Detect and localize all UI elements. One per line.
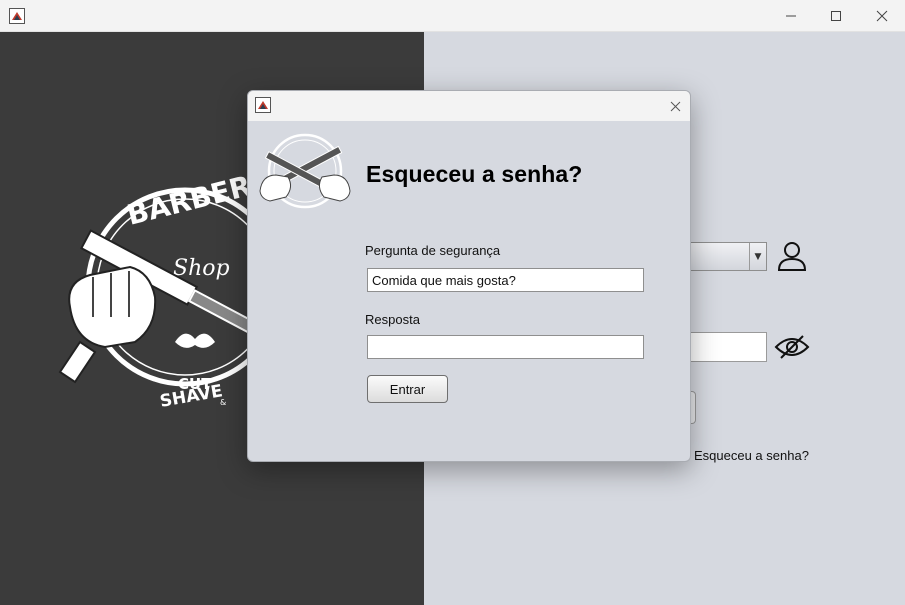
dialog-close-button[interactable]: [660, 91, 690, 121]
chevron-down-icon[interactable]: ▼: [749, 243, 766, 270]
main-titlebar: [0, 0, 905, 32]
barber-shop-logo-small: [259, 133, 351, 209]
eye-slash-icon[interactable]: [774, 333, 810, 361]
answer-label: Resposta: [365, 312, 420, 327]
minimize-icon: [786, 15, 796, 17]
forgot-password-link[interactable]: Esqueceu a senha?: [694, 448, 809, 463]
close-icon: [876, 10, 888, 22]
forgot-password-dialog: Esqueceu a senha? Pergunta de segurança …: [247, 90, 691, 462]
java-app-icon: [9, 8, 25, 24]
submit-button[interactable]: Entrar: [367, 375, 448, 403]
minimize-button[interactable]: [768, 0, 814, 32]
answer-field[interactable]: [367, 335, 644, 359]
user-combobox[interactable]: ▼: [684, 242, 767, 271]
maximize-icon: [831, 11, 841, 21]
close-button[interactable]: [859, 0, 905, 32]
security-question-label: Pergunta de segurança: [365, 243, 501, 258]
password-field[interactable]: [684, 332, 767, 362]
security-question-field[interactable]: [367, 268, 644, 292]
logo-script-text: Shop: [173, 256, 230, 281]
java-app-icon: [255, 97, 271, 113]
close-icon: [670, 101, 680, 111]
user-icon: [777, 242, 807, 271]
dialog-title: Esqueceu a senha?: [366, 161, 583, 187]
maximize-button[interactable]: [813, 0, 859, 32]
dialog-titlebar: [248, 91, 690, 121]
